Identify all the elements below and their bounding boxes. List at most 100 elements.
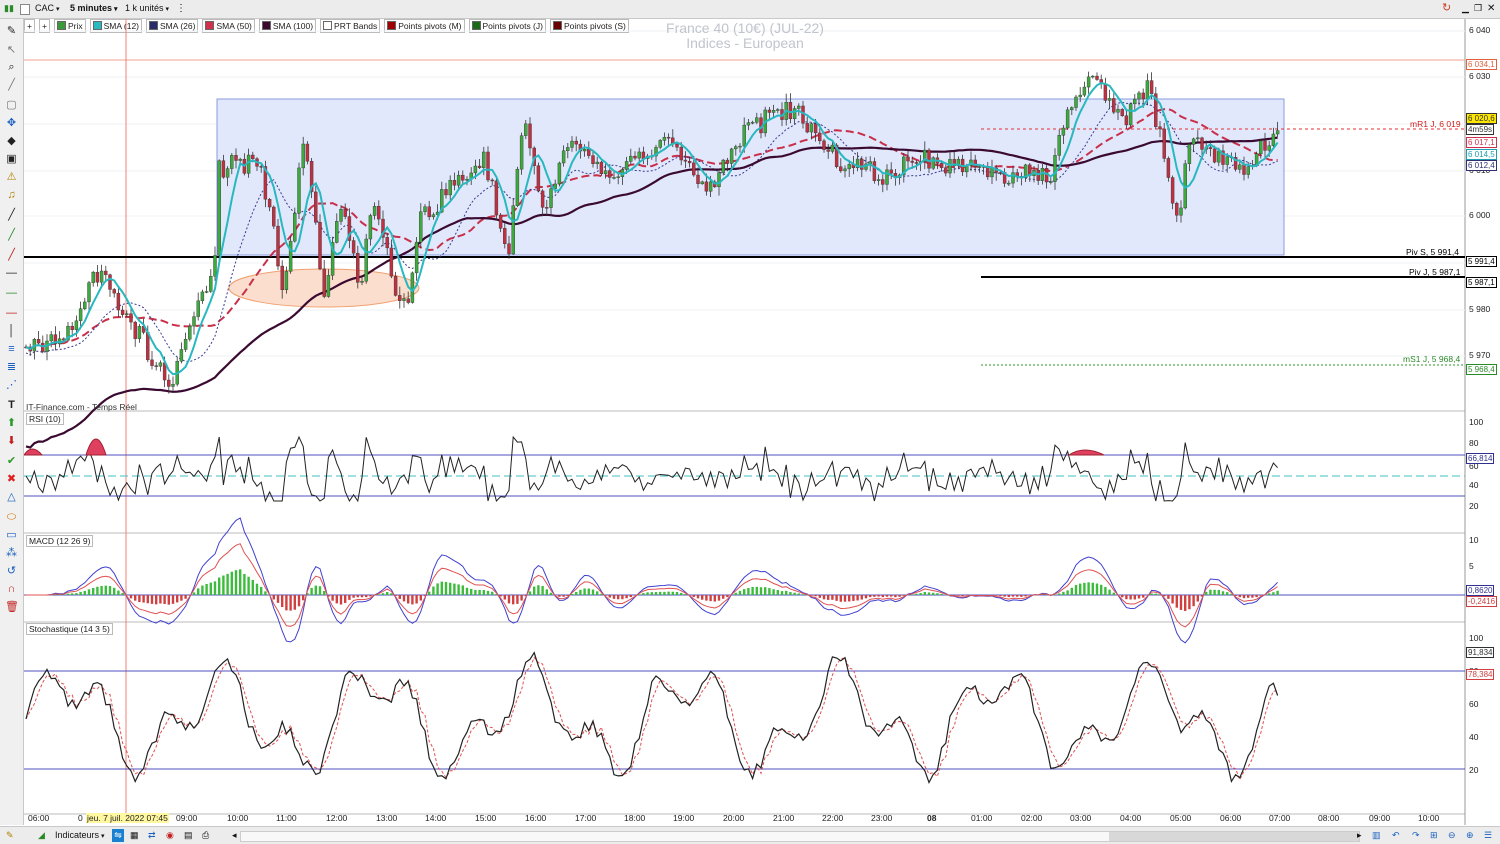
trendline-icon[interactable]: ╱: [5, 229, 18, 242]
move-icon[interactable]: ✥: [5, 117, 18, 130]
arrow-up-icon[interactable]: ⬆: [5, 417, 18, 430]
time-axis[interactable]: 06:00 0 jeu. 7 juil. 2022 07:45 09:00 10:00 1…: [24, 812, 1464, 825]
macd-histogram-bar: [738, 590, 742, 595]
candle-body: [658, 140, 662, 148]
indicators-button[interactable]: Indicateurs: [55, 829, 105, 842]
scrollbar-thumb[interactable]: [1109, 832, 1359, 841]
eraser-icon[interactable]: ▢: [5, 99, 18, 112]
macd-histogram-bar: [650, 592, 653, 595]
share-icon[interactable]: ⇋: [112, 829, 124, 842]
hline-red-icon[interactable]: —: [5, 307, 18, 320]
screenshot-icon[interactable]: ◉: [166, 829, 174, 842]
macd-histogram-bar: [940, 593, 943, 595]
horizontal-line-icon[interactable]: —: [5, 267, 18, 280]
macd-histogram-bar: [869, 595, 872, 598]
refresh-icon[interactable]: ↻: [1442, 2, 1451, 15]
macd-histogram-bar: [281, 595, 284, 608]
scroll-right-icon[interactable]: ▸: [1357, 829, 1362, 842]
candle-body: [1011, 172, 1015, 184]
macd-histogram-bar: [654, 592, 658, 595]
print-icon[interactable]: ⎙: [202, 829, 209, 842]
arrow-down-icon[interactable]: ⬇: [5, 435, 18, 448]
price-tick: 6 000: [1469, 210, 1491, 220]
price-tag: 4m59s: [1466, 124, 1495, 135]
zoom-fit-icon[interactable]: ⊞: [1430, 829, 1438, 842]
symbol-select[interactable]: CAC: [35, 2, 59, 15]
check-icon[interactable]: ✔: [5, 455, 18, 468]
candle-body: [108, 274, 112, 290]
scroll-left-icon[interactable]: ◂: [232, 829, 237, 842]
rsi-title[interactable]: RSI (10): [26, 413, 64, 425]
close-icon[interactable]: ✕: [1487, 2, 1495, 15]
interval-select[interactable]: 5 minutes: [70, 2, 117, 15]
magnet-icon[interactable]: ◆: [5, 135, 18, 148]
candle-body: [402, 298, 406, 301]
undo-icon[interactable]: ↶: [1392, 829, 1400, 842]
candle-body: [78, 308, 83, 322]
compare-icon[interactable]: ⇄: [148, 829, 156, 842]
cycle-icon[interactable]: ↺: [5, 565, 18, 578]
macd-histogram-bar: [1091, 582, 1094, 595]
rsi-tick: 80: [1469, 438, 1479, 448]
macd-histogram-bar: [856, 595, 859, 601]
macd-title[interactable]: MACD (12 26 9): [26, 535, 94, 547]
settings-icon[interactable]: ☰: [1484, 829, 1492, 842]
candle-body: [1162, 128, 1166, 159]
alert-icon[interactable]: ⚠: [5, 171, 18, 184]
line-tool-icon[interactable]: ╱: [5, 209, 18, 222]
tools-icon[interactable]: ⋮: [176, 2, 186, 15]
pencil-icon[interactable]: ✎: [5, 25, 18, 38]
time-tick: 18:00: [624, 813, 646, 823]
layout-icon[interactable]: ▦: [130, 829, 139, 842]
macd-histogram-bar: [617, 595, 620, 600]
zoom-out-icon[interactable]: ⊖: [1448, 829, 1456, 842]
macd-histogram-bar: [520, 595, 523, 601]
bell-icon[interactable]: ♫: [5, 189, 18, 202]
grid-icon[interactable]: ▤: [184, 829, 193, 842]
candle-body: [818, 132, 822, 142]
macd-histogram-bar: [1205, 591, 1208, 595]
text-tool-icon[interactable]: T: [5, 399, 18, 412]
rectangle-icon[interactable]: ▭: [5, 529, 18, 542]
horizontal-scrollbar[interactable]: [240, 831, 1360, 842]
pen-icon[interactable]: ✎: [6, 829, 14, 842]
macd-histogram-bar: [226, 573, 229, 595]
macd-histogram-bar: [852, 595, 855, 601]
trendline-red-icon[interactable]: ╱: [5, 249, 18, 262]
zoom-in-icon[interactable]: ⊕: [1466, 829, 1474, 842]
price-tick: 6 030: [1469, 71, 1491, 81]
magnet-red-icon[interactable]: ∩: [5, 583, 18, 596]
fibonacci-icon[interactable]: ≣: [5, 361, 18, 374]
minimize-icon[interactable]: ▁: [1462, 2, 1469, 15]
lock-icon[interactable]: ▣: [5, 153, 18, 166]
candle-body: [1074, 96, 1078, 108]
ruler-icon[interactable]: ╱: [5, 79, 18, 92]
candle-body: [339, 208, 343, 222]
triangle-icon[interactable]: △: [5, 491, 18, 504]
channel-icon[interactable]: ≡: [5, 343, 18, 356]
macd-histogram-bar: [1024, 595, 1027, 597]
ellipse-icon[interactable]: ⬭: [5, 511, 18, 524]
macd-histogram-bar: [764, 587, 767, 595]
price-axis[interactable]: 6 0406 0306 0206 0106 0005 9905 9805 970…: [1465, 19, 1500, 825]
chart-type-icon[interactable]: ▥: [1372, 829, 1381, 842]
chart-canvas[interactable]: [24, 19, 1500, 825]
points-icon[interactable]: ⁂: [5, 547, 18, 560]
restore-icon[interactable]: ❐: [1474, 2, 1482, 15]
units-select[interactable]: 1 k unités: [125, 2, 169, 15]
delete-icon[interactable]: 🗑: [5, 601, 19, 614]
fan-icon[interactable]: ⋰: [5, 379, 18, 392]
cross-icon[interactable]: ✖: [5, 473, 18, 486]
vertical-line-icon[interactable]: │: [5, 325, 18, 338]
zoom-icon[interactable]: ⌕: [5, 61, 18, 74]
stoch-title[interactable]: Stochastique (14 3 5): [26, 623, 113, 635]
macd-histogram-bar: [62, 594, 65, 596]
macd-histogram-bar: [835, 595, 838, 601]
cursor-icon[interactable]: ↖: [5, 44, 18, 57]
redo-icon[interactable]: ↷: [1412, 829, 1420, 842]
drawing-toolbar: ✎ ↖ ⌕ ╱ ▢ ✥ ◆ ▣ ⚠ ♫ ╱ ╱ ╱ — — — │ ≡ ≣ ⋰ …: [0, 19, 24, 825]
candle-body: [540, 190, 545, 208]
hline-green-icon[interactable]: —: [5, 287, 18, 300]
macd-histogram-bar: [457, 584, 460, 595]
link-icon[interactable]: [20, 4, 30, 15]
